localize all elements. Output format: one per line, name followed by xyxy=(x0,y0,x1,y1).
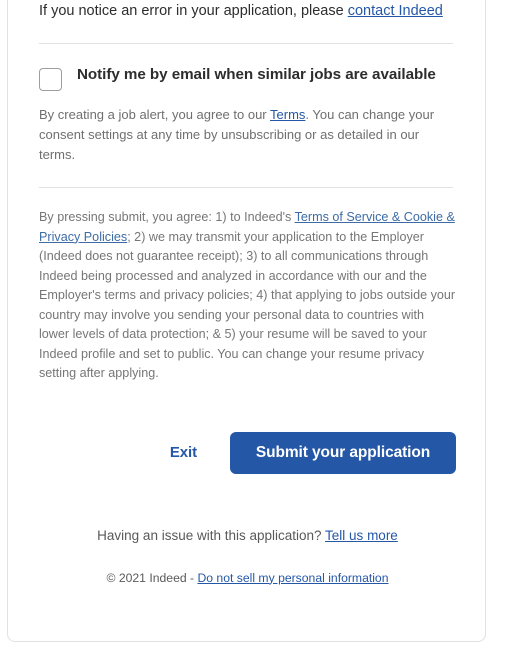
divider-bottom xyxy=(39,187,453,188)
having-an-issue-row: Having an issue with this application? T… xyxy=(39,528,456,543)
application-card-content: If you notice an error in your applicati… xyxy=(39,1,456,585)
application-card: If you notice an error in your applicati… xyxy=(7,0,486,642)
contact-indeed-link[interactable]: contact Indeed xyxy=(348,3,443,19)
legal-text-part-2: ; 2) we may transmit your application to… xyxy=(39,229,456,381)
application-page: If you notice an error in your applicati… xyxy=(0,0,517,657)
do-not-sell-link[interactable]: Do not sell my personal information xyxy=(197,571,388,585)
error-notice: If you notice an error in your applicati… xyxy=(39,1,456,22)
tell-us-more-link[interactable]: Tell us more xyxy=(325,528,398,543)
submit-application-button[interactable]: Submit your application xyxy=(230,431,456,474)
legal-text-part-1: By pressing submit, you agree: 1) to Ind… xyxy=(39,210,295,224)
having-an-issue-text: Having an issue with this application? xyxy=(97,527,326,543)
job-alert-terms-link[interactable]: Terms xyxy=(270,107,305,122)
submit-legal-text: By pressing submit, you agree: 1) to Ind… xyxy=(39,208,456,384)
job-alert-checkbox-label: Notify me by email when similar jobs are… xyxy=(77,66,436,83)
divider-top xyxy=(39,43,453,44)
copyright-row: © 2021 Indeed - Do not sell my personal … xyxy=(39,571,456,585)
exit-button[interactable]: Exit xyxy=(160,436,207,469)
job-alert-checkbox-row[interactable]: Notify me by email when similar jobs are… xyxy=(39,64,456,91)
consent-text-before: By creating a job alert, you agree to ou… xyxy=(39,107,271,122)
copyright-text: © 2021 Indeed - xyxy=(106,570,198,585)
form-actions: Exit Submit your application xyxy=(39,431,456,474)
job-alert-consent-text: By creating a job alert, you agree to ou… xyxy=(39,105,456,165)
job-alert-checkbox[interactable] xyxy=(39,68,62,91)
error-notice-text: If you notice an error in your applicati… xyxy=(39,3,348,19)
